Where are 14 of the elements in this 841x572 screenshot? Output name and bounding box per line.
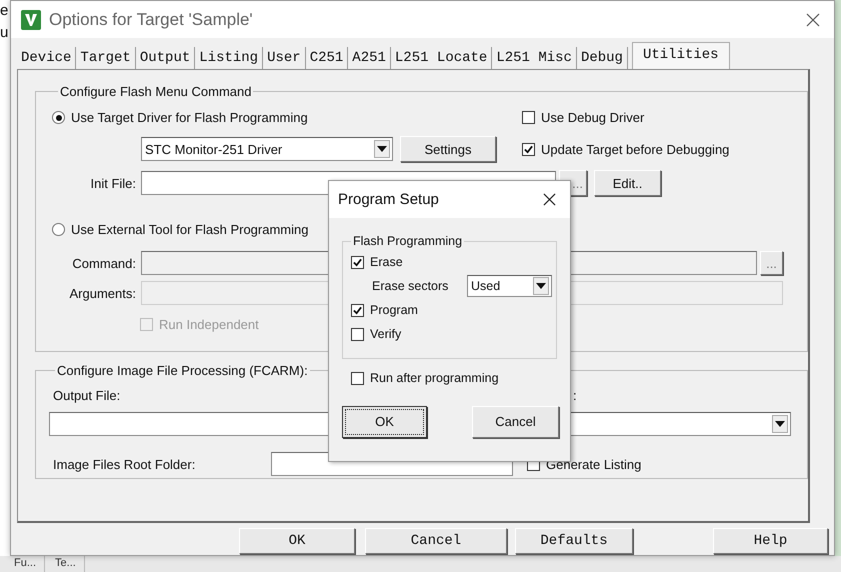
group-title: Configure Image File Processing (FCARM): [56, 363, 309, 378]
background-text: u [0, 23, 10, 43]
field-label: Image Files Root Folder: [53, 456, 196, 472]
field-label: Command: [71, 256, 136, 270]
background-text: e [0, 1, 10, 21]
group-title: Flash Programming [352, 234, 464, 248]
dialog-title: Program Setup [338, 191, 439, 208]
field-label: Arguments: [68, 286, 136, 300]
group-title: Configure Flash Menu Command [59, 84, 252, 99]
field-label: Output File: [53, 388, 120, 402]
field-label: Init File: [89, 176, 136, 190]
window-title: Options for Target 'Sample' [49, 10, 254, 30]
field-label: Erase sectors [372, 279, 450, 293]
field-label: : [573, 388, 577, 402]
